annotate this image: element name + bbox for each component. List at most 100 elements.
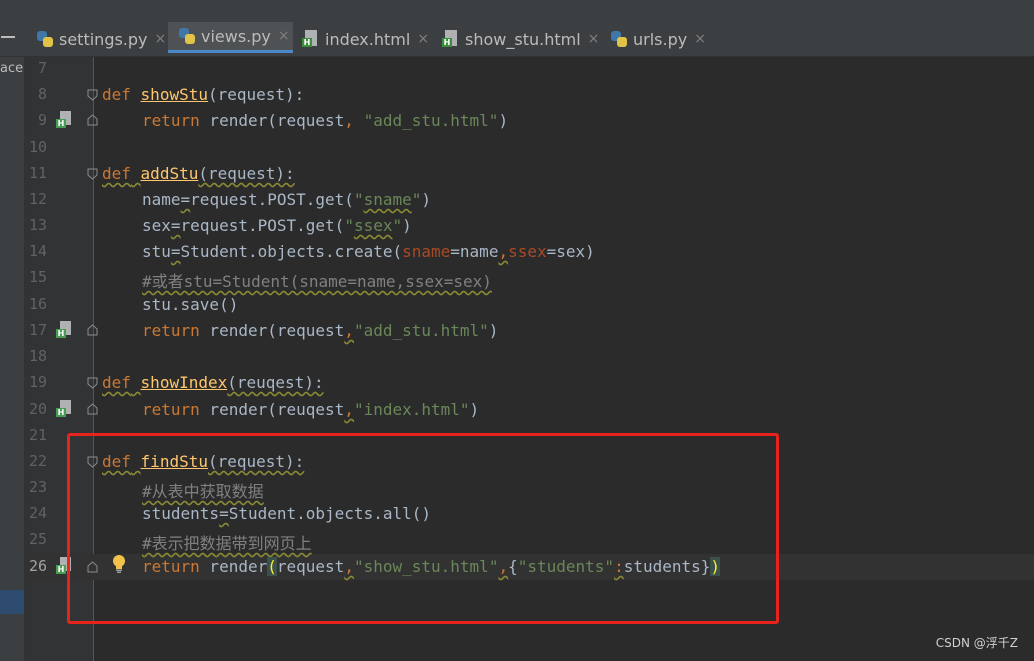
code-text: stu [142,242,171,261]
tab-views-py[interactable]: views.py × [168,22,293,53]
string-literal: "add_stu.html" [353,111,499,130]
code-text: render(reuqest [199,400,345,419]
comma: , [344,111,354,130]
minimize-icon[interactable] [1,36,15,38]
python-file-icon [610,30,628,48]
highlight-annotation-box [67,433,779,624]
string-literal: "index.html" [353,400,470,419]
code-text: = [170,242,181,261]
html-file-icon: H [302,30,320,48]
line-number: 8 [37,85,47,103]
keyword: return [142,400,200,419]
code-line-14[interactable]: stu=Student.objects.create(sname=name,ss… [142,242,595,261]
code-text: = [170,216,181,235]
fold-end-icon[interactable] [87,324,98,336]
html-template-gutter-icon[interactable]: H [56,321,74,339]
keyword: def [102,164,131,183]
line-number: 25 [28,530,47,548]
code-text: =name [450,242,499,261]
tab-index-html[interactable]: H index.html × [302,22,429,56]
code-line-11[interactable]: def addStu(request): [102,164,295,183]
tab-label: views.py [201,26,271,46]
keyword-argument: ssex [508,242,547,261]
code-line-13[interactable]: sex=request.POST.get("ssex") [142,216,412,235]
function-name: showStu [140,85,208,104]
code-text: request.POST.get( [180,216,345,235]
code-line-17[interactable]: return render(request,"add_stu.html") [142,321,498,340]
line-number: 22 [28,452,47,470]
code-line-8[interactable]: def showStu(request): [102,85,304,104]
close-icon[interactable]: × [155,31,167,47]
keyword: def [102,373,131,392]
string-literal: "add_stu.html" [353,321,489,340]
comma: , [498,242,509,261]
line-number: 24 [28,504,47,522]
tab-settings-py[interactable]: settings.py × [36,22,166,56]
code-line-15[interactable]: #或者stu=Student(sname=name,ssex=sex) [142,268,492,292]
fold-start-icon[interactable] [87,168,98,180]
code-line-19[interactable]: def showIndex(reuqest): [102,373,324,392]
fold-start-icon[interactable] [87,377,98,389]
title-bar [0,0,1034,22]
panel-toggle[interactable] [0,22,25,56]
code-text: request.POST.get( [190,190,354,209]
code-line-12[interactable]: name=request.POST.get("sname") [142,190,431,209]
project-panel-text: ace [0,61,24,76]
code-line-20[interactable]: return render(reuqest,"index.html") [142,400,479,419]
code-text: ) [498,111,509,130]
line-number: 7 [37,59,47,77]
watermark: CSDN @浮千Z [935,636,1018,650]
line-number: 20 [28,400,47,418]
tab-show-stu-html[interactable]: H show_stu.html × [442,22,599,56]
comment: #或者stu=Student(sname=name,ssex=sex) [142,272,492,291]
function-name: showIndex [140,373,228,392]
code-text: render(request [199,111,345,130]
code-text: render(request [199,321,345,340]
python-file-icon [36,30,54,48]
python-file-icon [178,27,196,45]
tab-label: settings.py [59,29,148,49]
html-template-gutter-icon[interactable]: H [56,400,74,418]
fold-end-icon[interactable] [87,114,98,126]
line-number: 11 [28,164,47,182]
tab-label: show_stu.html [465,29,581,49]
keyword: def [102,85,131,104]
string-literal: " [411,190,422,209]
code-text: stu.save() [142,295,239,314]
fold-end-icon[interactable] [87,403,98,415]
code-text: name [142,190,181,209]
keyword: return [142,321,200,340]
html-file-icon: H [442,30,460,48]
code-text: sex [142,216,171,235]
line-number: 17 [28,321,47,339]
code-text: ) [402,216,412,235]
code-text: =sex) [546,242,595,261]
line-number: 15 [28,268,47,286]
tab-urls-py[interactable]: urls.py × [610,22,706,56]
project-selected-item[interactable] [0,590,24,614]
code-text: ) [469,400,480,419]
keyword: return [142,111,200,130]
html-template-gutter-icon[interactable]: H [56,111,74,129]
close-icon[interactable]: × [588,31,600,47]
close-icon[interactable]: × [694,31,706,47]
tab-label: index.html [325,29,411,49]
string-literal: " [392,216,403,235]
project-panel-edge[interactable]: ace [0,57,25,661]
line-number: 14 [28,242,47,260]
close-icon[interactable]: × [278,28,290,44]
comma: , [344,321,354,340]
code-line-9[interactable]: return render(request, "add_stu.html") [142,111,508,130]
line-number: 9 [37,111,47,129]
close-icon[interactable]: × [417,31,429,47]
string-literal: sname [363,190,412,209]
line-number: 19 [28,373,47,391]
line-number: 10 [28,138,47,156]
function-name: addStu [140,164,199,183]
code-line-16[interactable]: stu.save() [142,295,238,314]
line-number: 21 [28,426,47,444]
line-number: 12 [28,190,47,208]
fold-start-icon[interactable] [87,89,98,101]
code-text: (request): [198,164,295,183]
string-literal: " [344,216,354,235]
